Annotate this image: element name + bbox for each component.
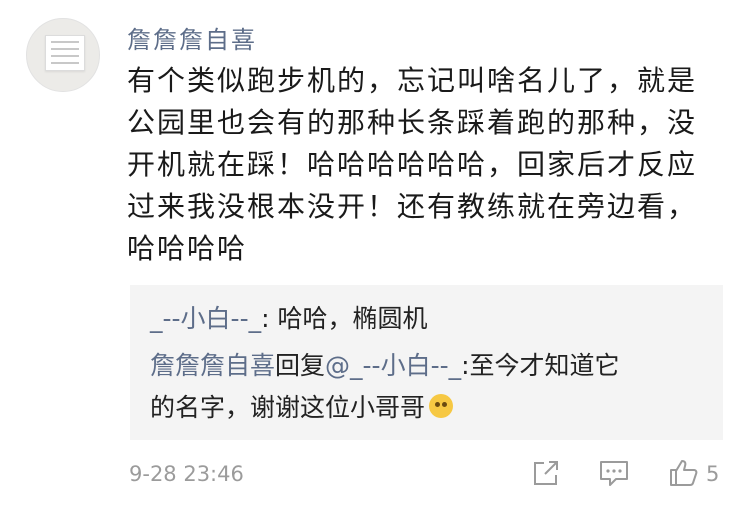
comment-button[interactable] <box>598 458 630 492</box>
reply-author[interactable]: 詹詹詹自喜 <box>150 351 275 380</box>
share-button[interactable] <box>531 458 561 492</box>
share-icon <box>534 461 558 485</box>
reply-item: 詹詹詹自喜回复@_--小白--_:至今才知道它的名字，谢谢这位小哥哥 <box>150 345 710 429</box>
comment-icon <box>600 461 628 486</box>
comment-text-line: 哈哈哈哈 <box>127 232 248 265</box>
like-button[interactable] <box>668 458 700 492</box>
like-count: 5 <box>706 462 720 486</box>
reply-item: _--小白--_: 哈哈，椭圆机 <box>150 299 427 335</box>
reply-text: :至今才知道它 <box>461 351 620 380</box>
reply-text: 哈哈，椭圆机 <box>277 304 428 333</box>
comment-text-line: 开机就在踩！哈哈哈哈哈哈，回家后才反应 <box>127 148 698 181</box>
reply-mention[interactable]: @_--小白--_ <box>325 351 461 380</box>
reply-separator: : <box>261 304 278 333</box>
avatar[interactable] <box>26 18 100 92</box>
reply-action: 回复 <box>275 351 326 380</box>
thumbs-up-icon <box>670 460 698 486</box>
comment-timestamp: 9-28 23:46 <box>129 462 244 486</box>
reply-box[interactable]: _--小白--_: 哈哈，椭圆机 詹詹詹自喜回复@_--小白--_:至今才知道它… <box>130 285 723 440</box>
comment-text-line: 过来我没根本没开！还有教练就在旁边看， <box>127 190 698 223</box>
laughing-tears-emoji-icon <box>429 394 454 418</box>
reply-text: 的名字，谢谢这位小哥哥 <box>150 393 426 422</box>
comment-text-line: 有个类似跑步机的，忘记叫啥名儿了，就是 <box>127 64 698 97</box>
comment-text: 有个类似跑步机的，忘记叫啥名儿了，就是 公园里也会有的那种长条踩着跑的那种，没 … <box>127 60 707 270</box>
reply-author[interactable]: _--小白--_ <box>150 304 261 333</box>
comment-username[interactable]: 詹詹詹自喜 <box>127 20 257 55</box>
avatar-card-image <box>45 35 85 71</box>
comment-text-line: 公园里也会有的那种长条踩着跑的那种，没 <box>127 106 698 139</box>
